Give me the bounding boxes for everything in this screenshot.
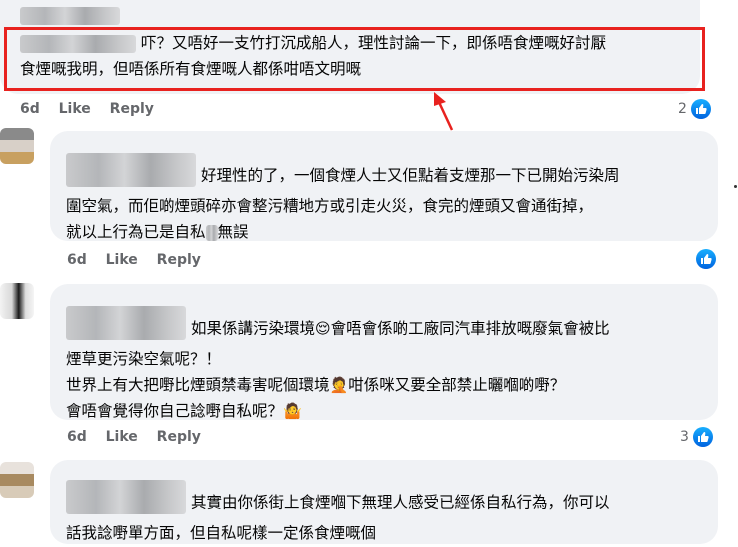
comment-text: 圍空氣，而佢啲煙頭碎亦會整污糟地方或引走火災，食完的煙頭又會通街掉，	[66, 197, 594, 215]
comment-bubble-3: 如果係講污染環境😌會唔會係啲工廠同汽車排放嘅廢氣會被比 煙草更污染空氣呢？！ 世…	[50, 284, 718, 420]
comment-text: 好理性的了，一個食煙人士又佢點着支煙那一下已開始污染周	[200, 166, 620, 185]
author-name-blurred[interactable]	[66, 306, 186, 340]
comment-text: 話我諗嘢單方面，但自私呢樣一定係食煙嘅個	[66, 524, 377, 542]
comment-text: 會唔會覺得你自己諗嘢自私呢？	[66, 402, 284, 420]
reply-button[interactable]: Reply	[157, 252, 201, 268]
comment-text: 無誤	[217, 223, 249, 241]
like-button[interactable]: Like	[59, 101, 91, 117]
thumbs-up-icon	[696, 249, 716, 269]
thumbs-up-icon	[692, 427, 713, 447]
comment-text: 煙草更污染空氣呢？！	[66, 350, 222, 368]
timestamp[interactable]: 6d	[20, 101, 40, 117]
facepalm-icon: 🤦	[329, 376, 349, 394]
timestamp[interactable]: 6d	[67, 252, 87, 268]
avatar[interactable]	[0, 283, 34, 319]
comment-text: 就以上行為已是自私	[66, 223, 206, 241]
avatar[interactable]	[0, 462, 34, 498]
comment-actions: 6d Like Reply	[67, 429, 215, 445]
comment-actions: 6d Like Reply	[67, 252, 215, 268]
like-button[interactable]: Like	[106, 429, 138, 445]
reaction-count: 3	[680, 429, 689, 445]
reaction-summary[interactable]: 3	[680, 427, 713, 447]
comment-text: 會唔會係啲工廠同汽車排放嘅廢氣會被比	[330, 319, 610, 338]
reaction-summary[interactable]: 2	[678, 99, 711, 119]
comment-text: 其實由你係街上食煙嗰下無理人感受已經係自私行為，你可以	[190, 493, 610, 512]
relieved-face-icon: 😌	[314, 319, 331, 338]
author-name-blurred[interactable]	[66, 153, 196, 187]
comment-bubble-2: 好理性的了，一個食煙人士又佢點着支煙那一下已開始污染周 圍空氣，而佢啲煙頭碎亦會…	[50, 131, 718, 241]
like-button[interactable]: Like	[106, 252, 138, 268]
thumbs-up-icon	[690, 99, 711, 119]
comment-text: 如果係講污染環境	[190, 319, 315, 338]
comment-text: 咁係咪又要全部禁止曬嗰啲嘢？	[348, 376, 566, 394]
highlight-box	[4, 27, 705, 91]
reaction-count: 2	[678, 101, 687, 117]
comment-author-blurred	[20, 7, 120, 25]
comment-text: 世界上有大把嘢比煙頭禁毒害呢個環境	[66, 376, 330, 394]
cursor-marker	[734, 185, 737, 188]
reply-button[interactable]: Reply	[110, 101, 154, 117]
author-name-blurred[interactable]	[66, 480, 186, 514]
comment-bubble-4: 其實由你係街上食煙嗰下無理人感受已經係自私行為，你可以 話我諗嘢單方面，但自私呢…	[50, 460, 718, 544]
reaction-summary[interactable]	[696, 249, 716, 269]
timestamp[interactable]: 6d	[67, 429, 87, 445]
avatar[interactable]	[0, 128, 34, 164]
reply-button[interactable]: Reply	[157, 429, 201, 445]
censor-blur	[205, 224, 218, 241]
comment-actions: 6d Like Reply	[20, 101, 168, 117]
shrug-icon: 🤷	[283, 402, 302, 420]
